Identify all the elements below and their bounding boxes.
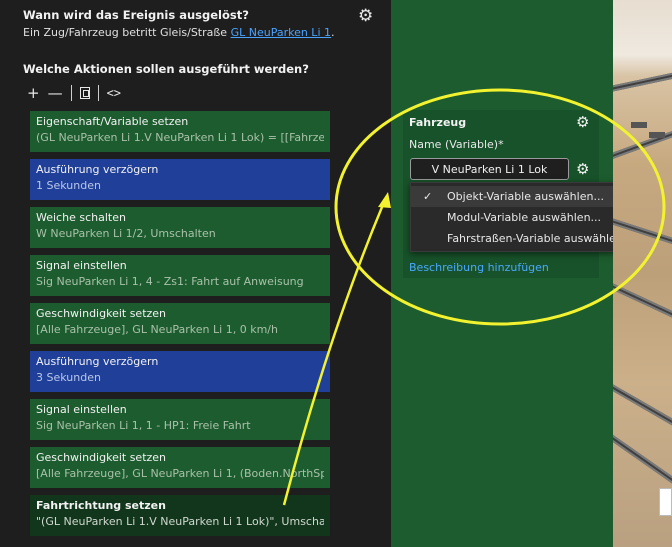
action-detail: Sig NeuParken Li 1, 1 - HP1: Freie Fahrt — [36, 419, 251, 432]
checkmark-icon: ✓ — [423, 190, 433, 203]
track-piece — [613, 68, 672, 94]
gear-icon[interactable]: ⚙ — [576, 160, 589, 178]
action-title: Weiche schalten — [36, 211, 126, 224]
add-description-link[interactable]: Beschreibung hinzufügen — [409, 261, 549, 274]
action-item-set-signal[interactable]: Signal einstellen Sig NeuParken Li 1, 1 … — [30, 399, 330, 440]
action-detail: 1 Sekunden — [36, 179, 101, 192]
action-item-delay[interactable]: Ausführung verzögern 3 Sekunden — [30, 351, 330, 392]
action-item-set-variable[interactable]: Eigenschaft/Variable setzen (GL NeuParke… — [30, 111, 330, 152]
action-title: Signal einstellen — [36, 403, 127, 416]
menu-item-label: Objekt-Variable auswählen... — [447, 190, 604, 203]
menu-item-label: Modul-Variable auswählen... — [447, 211, 602, 224]
action-title: Ausführung verzögern — [36, 355, 159, 368]
action-detail: W NeuParken Li 1/2, Umschalten — [36, 227, 216, 240]
copy-icon[interactable] — [79, 87, 90, 99]
remove-action-button[interactable]: — — [48, 84, 63, 102]
name-variable-label: Name (Variable)* — [409, 138, 504, 151]
action-item-set-direction[interactable]: Fahrtrichtung setzen "(GL NeuParken Li 1… — [30, 495, 330, 536]
track-piece — [613, 216, 672, 250]
action-title: Signal einstellen — [36, 259, 127, 272]
track-piece — [613, 434, 672, 492]
gear-icon[interactable]: ⚙ — [576, 113, 589, 131]
actions-toolbar: + — <> — [27, 84, 121, 102]
action-title: Eigenschaft/Variable setzen — [36, 115, 189, 128]
track-link[interactable]: GL NeuParken Li 1 — [231, 26, 331, 39]
action-title: Ausführung verzögern — [36, 163, 159, 176]
gear-icon[interactable]: ⚙ — [358, 6, 373, 26]
actions-heading: Welche Aktionen sollen ausgeführt werden… — [23, 62, 309, 76]
track-piece — [613, 382, 672, 434]
action-item-delay[interactable]: Ausführung verzögern 1 Sekunden — [30, 159, 330, 200]
action-detail: Sig NeuParken Li 1, 4 - Zs1: Fahrt auf A… — [36, 275, 304, 288]
action-title: Fahrtrichtung setzen — [36, 499, 166, 512]
action-detail: 3 Sekunden — [36, 371, 101, 384]
trigger-text-prefix: Ein Zug/Fahrzeug betritt Gleis/Straße — [23, 26, 231, 39]
action-item-switch-turnout[interactable]: Weiche schalten W NeuParken Li 1/2, Umsc… — [30, 207, 330, 248]
trigger-description: Ein Zug/Fahrzeug betritt Gleis/Straße GL… — [23, 26, 335, 39]
action-item-set-signal[interactable]: Signal einstellen Sig NeuParken Li 1, 4 … — [30, 255, 330, 296]
toolbar-divider — [97, 85, 99, 101]
rail-object — [649, 132, 665, 138]
code-view-button[interactable]: <> — [107, 86, 121, 100]
action-item-set-speed[interactable]: Geschwindigkeit setzen [Alle Fahrzeuge],… — [30, 303, 330, 344]
action-detail: (GL NeuParken Li 1.V NeuParken Li 1 Lok)… — [36, 131, 324, 144]
action-title: Geschwindigkeit setzen — [36, 307, 167, 320]
add-action-button[interactable]: + — [27, 84, 40, 102]
track-piece — [613, 124, 672, 162]
track-piece — [613, 281, 672, 325]
action-detail: "(GL NeuParken Li 1.V NeuParken Li 1 Lok… — [36, 515, 324, 528]
action-detail: [Alle Fahrzeuge], GL NeuParken Li 1, 0 k… — [36, 323, 278, 336]
action-item-set-speed[interactable]: Geschwindigkeit setzen [Alle Fahrzeuge],… — [30, 447, 330, 488]
rail-object — [631, 122, 647, 128]
vehicle-variable-input[interactable]: V NeuParken Li 1 Lok — [410, 158, 569, 180]
action-title: Geschwindigkeit setzen — [36, 451, 167, 464]
event-editor-panel: Wann wird das Ereignis ausgelöst? Ein Zu… — [0, 0, 391, 547]
trigger-heading: Wann wird das Ereignis ausgelöst? — [23, 8, 249, 22]
layout-3d-view[interactable] — [613, 0, 672, 547]
action-detail: [Alle Fahrzeuge], GL NeuParken Li 1, (Bo… — [36, 467, 324, 480]
logo-icon — [659, 488, 672, 516]
trigger-text-suffix: . — [331, 26, 335, 39]
menu-item-label: Fahrstraßen-Variable auswählen... — [447, 232, 634, 245]
vehicle-title: Fahrzeug — [409, 116, 467, 129]
toolbar-divider — [70, 85, 72, 101]
